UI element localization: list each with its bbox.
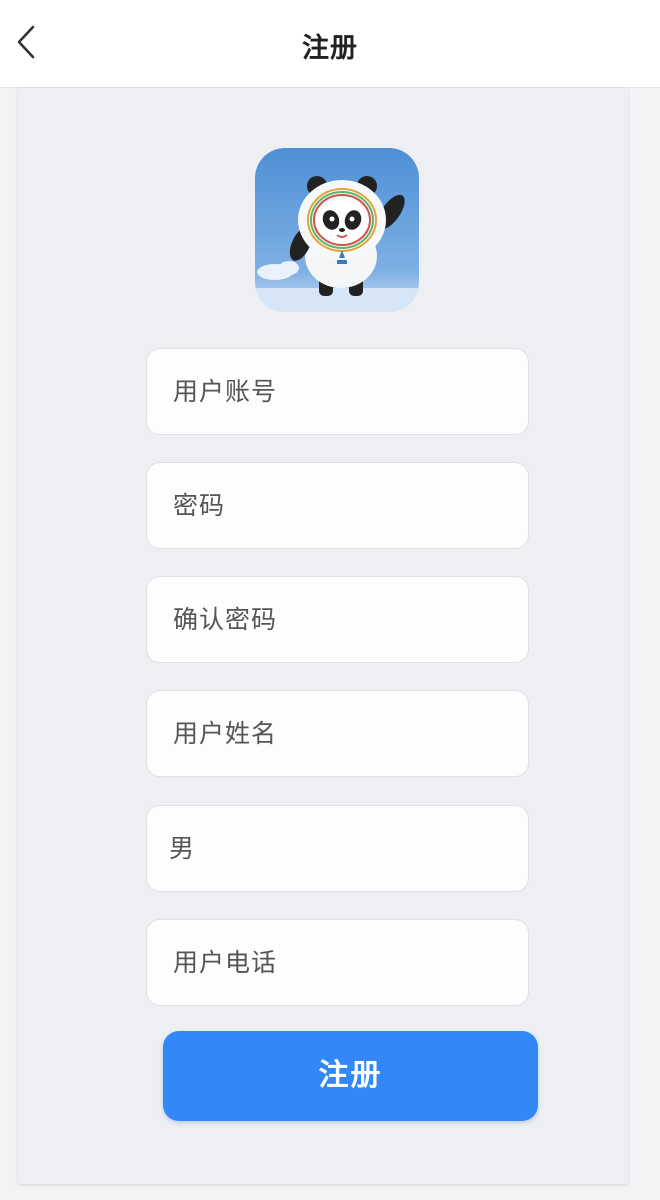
page-title: 注册 (302, 33, 358, 64)
password-placeholder: 密码 (173, 491, 226, 520)
username-placeholder: 用户账号 (173, 377, 278, 406)
password-input[interactable]: 密码 (146, 462, 529, 549)
confirm-password-placeholder: 确认密码 (173, 605, 278, 634)
app-logo (255, 148, 419, 312)
top-nav-bar: 注册 (0, 0, 660, 88)
register-form-card: 用户账号 密码 确认密码 用户姓名 男 用户电话 注册 (18, 88, 628, 1184)
name-input[interactable]: 用户姓名 (146, 690, 529, 777)
name-placeholder: 用户姓名 (173, 719, 278, 748)
phone-placeholder: 用户电话 (173, 948, 278, 977)
gender-value: 男 (169, 834, 196, 863)
register-button[interactable]: 注册 (163, 1031, 538, 1121)
panda-mascot-icon (255, 148, 419, 312)
gender-select[interactable]: 男 (146, 805, 529, 892)
username-input[interactable]: 用户账号 (146, 348, 529, 435)
phone-input[interactable]: 用户电话 (146, 919, 529, 1006)
confirm-password-input[interactable]: 确认密码 (146, 576, 529, 663)
